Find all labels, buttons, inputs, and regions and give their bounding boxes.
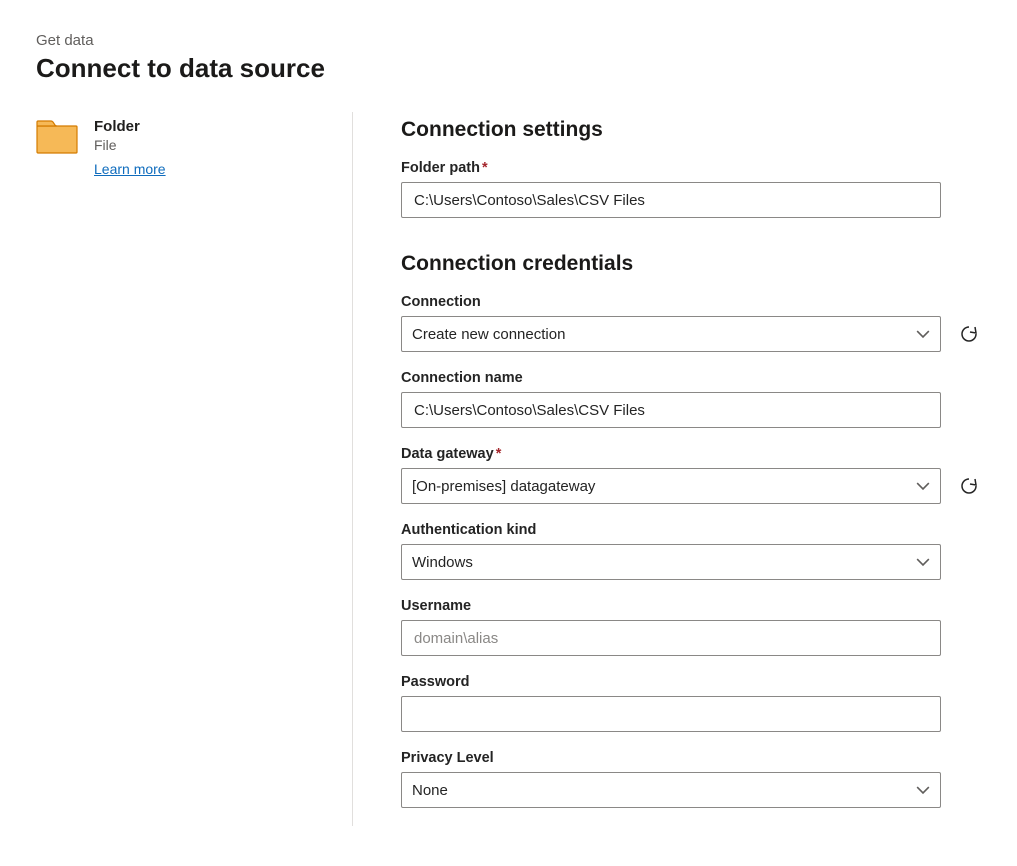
connection-label: Connection — [401, 294, 981, 310]
settings-heading: Connection settings — [401, 118, 981, 142]
data-gateway-value: [On-premises] datagateway — [412, 478, 595, 495]
username-input[interactable] — [412, 629, 930, 648]
refresh-connection-button[interactable] — [957, 322, 981, 346]
connection-value: Create new connection — [412, 326, 565, 343]
source-subtitle: File — [94, 137, 166, 153]
data-gateway-label: Data gateway* — [401, 446, 981, 462]
chevron-down-icon — [916, 327, 930, 341]
page-title: Connect to data source — [36, 53, 981, 84]
connection-name-input[interactable] — [412, 401, 930, 420]
folder-path-input[interactable] — [412, 191, 930, 210]
auth-kind-value: Windows — [412, 554, 473, 571]
credentials-heading: Connection credentials — [401, 252, 981, 276]
required-marker: * — [496, 446, 502, 462]
password-input[interactable] — [412, 705, 930, 724]
privacy-select[interactable]: None — [401, 772, 941, 808]
data-gateway-select[interactable]: [On-premises] datagateway — [401, 468, 941, 504]
required-marker: * — [482, 160, 488, 176]
learn-more-link[interactable]: Learn more — [94, 161, 166, 177]
refresh-icon — [959, 324, 979, 344]
refresh-gateway-button[interactable] — [957, 474, 981, 498]
connection-name-label: Connection name — [401, 370, 981, 386]
auth-kind-label: Authentication kind — [401, 522, 981, 538]
source-title: Folder — [94, 118, 166, 135]
username-input-wrap — [401, 620, 941, 656]
breadcrumb: Get data — [36, 32, 981, 49]
username-label: Username — [401, 598, 981, 614]
password-label: Password — [401, 674, 981, 690]
password-input-wrap — [401, 696, 941, 732]
chevron-down-icon — [916, 555, 930, 569]
form-panel: Connection settings Folder path* Connect… — [353, 112, 981, 826]
chevron-down-icon — [916, 479, 930, 493]
refresh-icon — [959, 476, 979, 496]
connection-name-input-wrap — [401, 392, 941, 428]
folder-path-input-wrap — [401, 182, 941, 218]
folder-path-label: Folder path* — [401, 160, 981, 176]
privacy-label: Privacy Level — [401, 750, 981, 766]
source-panel: Folder File Learn more — [36, 112, 353, 826]
connection-select[interactable]: Create new connection — [401, 316, 941, 352]
chevron-down-icon — [916, 783, 930, 797]
folder-icon — [36, 120, 78, 154]
auth-kind-select[interactable]: Windows — [401, 544, 941, 580]
source-item-folder: Folder File Learn more — [36, 118, 328, 179]
privacy-value: None — [412, 782, 448, 799]
